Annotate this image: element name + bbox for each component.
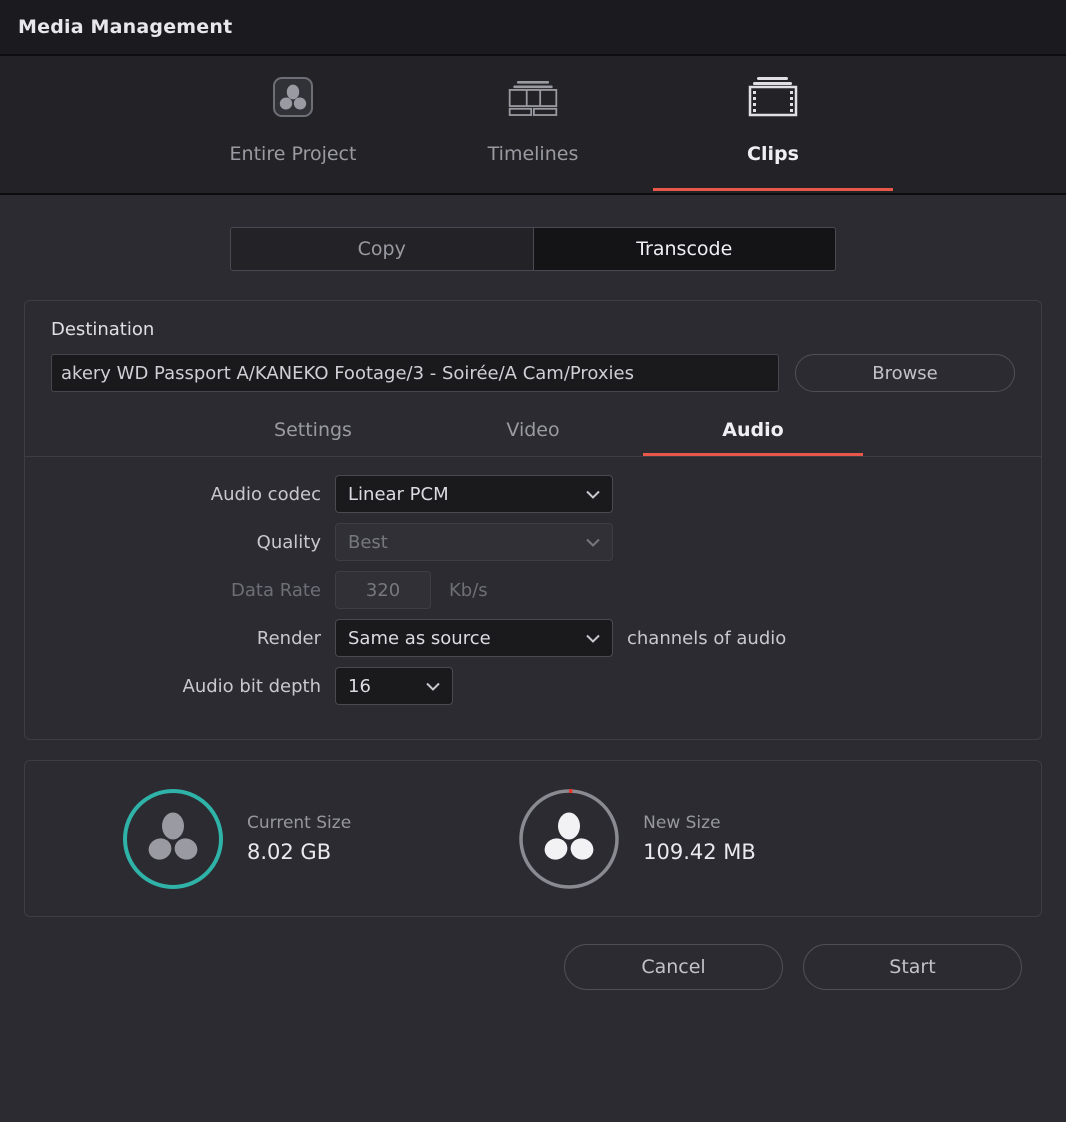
render-channels-row: Render Same as source channels of audio xyxy=(25,619,1041,657)
tab-settings[interactable]: Settings xyxy=(203,410,423,456)
cancel-button[interactable]: Cancel xyxy=(564,944,783,990)
resolve-logo-icon xyxy=(267,73,319,123)
tab-video[interactable]: Video xyxy=(423,410,643,456)
new-size-ring xyxy=(517,787,621,891)
mode-tab-timelines[interactable]: Timelines xyxy=(413,56,653,191)
titlebar: Media Management xyxy=(0,0,1066,56)
current-size-caption: Current Size xyxy=(247,813,352,833)
quality-row: Quality Best xyxy=(25,523,1041,561)
size-summary-panel: Current Size 8.02 GB New Size 109.42 MB xyxy=(24,760,1042,917)
chevron-down-icon xyxy=(426,682,440,691)
timeline-strip-icon xyxy=(507,73,559,123)
mode-tab-label: Timelines xyxy=(487,143,579,165)
tab-underline xyxy=(423,453,643,456)
tab-underline xyxy=(203,453,423,456)
chevron-down-icon xyxy=(586,490,600,499)
new-size-item: New Size 109.42 MB xyxy=(517,787,756,891)
resolve-logo-icon xyxy=(148,812,198,860)
start-button[interactable]: Start xyxy=(803,944,1022,990)
new-size-caption: New Size xyxy=(643,813,721,833)
render-channels-value: Same as source xyxy=(348,627,491,649)
sub-tab-bar: Settings Video Audio xyxy=(25,410,1041,457)
current-size-value: 8.02 GB xyxy=(247,840,332,864)
quality-label: Quality xyxy=(256,531,321,553)
audio-codec-value: Linear PCM xyxy=(348,483,449,505)
audio-bit-depth-row: Audio bit depth 16 xyxy=(25,667,1041,705)
mode-tab-bar: Entire Project Timelines Clips xyxy=(0,56,1066,195)
audio-codec-label: Audio codec xyxy=(210,483,321,505)
tab-label: Audio xyxy=(722,419,784,441)
render-label: Render xyxy=(256,627,321,649)
resolve-logo-icon xyxy=(544,812,594,860)
copy-button[interactable]: Copy xyxy=(231,228,533,270)
destination-panel: Destination Browse Settings Video Audio xyxy=(24,300,1042,740)
media-management-dialog: Media Management Entire Project Timeline… xyxy=(0,0,1066,1122)
render-channels-suffix: channels of audio xyxy=(627,627,787,649)
audio-bit-depth-select[interactable]: 16 xyxy=(335,667,453,705)
audio-bit-depth-label: Audio bit depth xyxy=(182,675,321,697)
current-size-item: Current Size 8.02 GB xyxy=(121,787,351,891)
audio-settings-form: Audio codec Linear PCM Quality Best Data… xyxy=(25,457,1041,739)
new-size-value: 109.42 MB xyxy=(643,840,756,864)
browse-button[interactable]: Browse xyxy=(795,354,1015,392)
mode-tab-label: Entire Project xyxy=(229,143,357,165)
mode-tab-clips[interactable]: Clips xyxy=(653,56,893,191)
current-size-ring xyxy=(121,787,225,891)
audio-codec-row: Audio codec Linear PCM xyxy=(25,475,1041,513)
operation-toggle-wrapper: Copy Transcode xyxy=(22,227,1044,271)
filmstrip-icon xyxy=(747,73,799,123)
mode-tab-label: Clips xyxy=(747,143,799,165)
operation-toggle: Copy Transcode xyxy=(230,227,836,271)
tab-underline xyxy=(413,188,653,191)
tab-audio[interactable]: Audio xyxy=(643,410,863,456)
dialog-body: Copy Transcode Destination Browse Settin… xyxy=(0,195,1066,1122)
quality-select: Best xyxy=(335,523,613,561)
tab-label: Settings xyxy=(274,419,352,441)
destination-path-input[interactable] xyxy=(51,354,779,392)
new-size-texts: New Size 109.42 MB xyxy=(643,813,756,864)
quality-value: Best xyxy=(348,531,388,553)
destination-title: Destination xyxy=(51,319,155,340)
dialog-footer: Cancel Start xyxy=(22,917,1044,1017)
current-size-texts: Current Size 8.02 GB xyxy=(247,813,351,864)
tab-underline xyxy=(643,453,863,456)
transcode-button[interactable]: Transcode xyxy=(532,228,835,270)
data-rate-input xyxy=(335,571,431,609)
destination-inner: Destination Browse xyxy=(25,301,1041,410)
chevron-down-icon xyxy=(586,634,600,643)
data-rate-row: Data Rate Kb/s xyxy=(25,571,1041,609)
audio-codec-select[interactable]: Linear PCM xyxy=(335,475,613,513)
render-channels-select[interactable]: Same as source xyxy=(335,619,613,657)
tab-underline xyxy=(173,188,413,191)
tab-label: Video xyxy=(506,419,560,441)
destination-row: Browse xyxy=(51,354,1015,410)
window-title: Media Management xyxy=(18,16,233,38)
tab-underline xyxy=(653,188,893,191)
data-rate-units: Kb/s xyxy=(449,579,488,601)
chevron-down-icon xyxy=(586,538,600,547)
audio-bit-depth-value: 16 xyxy=(348,675,371,697)
data-rate-label: Data Rate xyxy=(231,579,321,601)
mode-tab-entire-project[interactable]: Entire Project xyxy=(173,56,413,191)
